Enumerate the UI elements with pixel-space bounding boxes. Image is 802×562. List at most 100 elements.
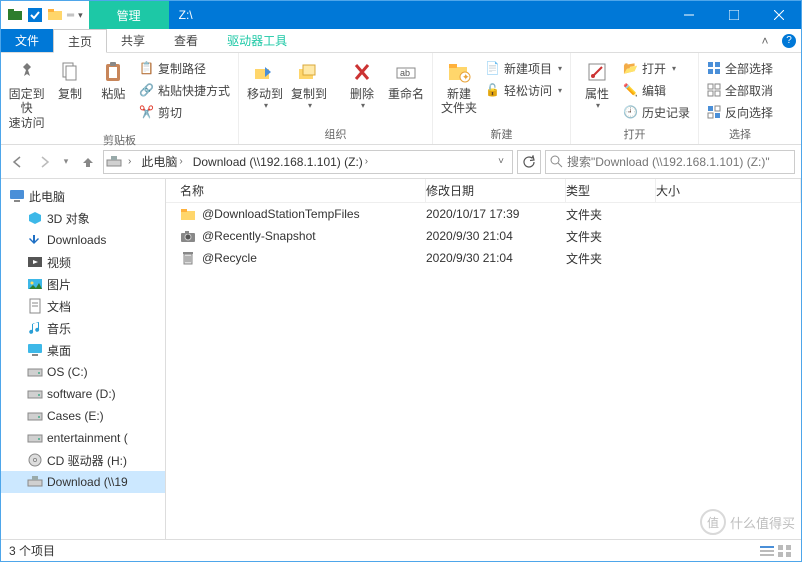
icons-view-icon[interactable]: [777, 544, 793, 558]
tree-item[interactable]: Download (\\19: [1, 471, 165, 493]
header-size[interactable]: 大小: [656, 179, 801, 202]
paste-button[interactable]: 粘贴: [92, 55, 135, 101]
pin-to-quick-access-button[interactable]: 固定到快 速访问: [5, 55, 48, 130]
easy-access-button[interactable]: 🔓轻松访问▾: [481, 79, 566, 101]
tree-item[interactable]: 桌面: [1, 339, 165, 361]
details-view-icon[interactable]: [759, 544, 775, 558]
new-folder-button[interactable]: ✦ 新建 文件夹: [437, 55, 481, 116]
edit-button[interactable]: ✏️编辑: [619, 79, 694, 101]
camera-icon: [180, 228, 196, 244]
refresh-button[interactable]: [517, 150, 541, 174]
back-button[interactable]: [7, 151, 29, 173]
netdrive-icon: [106, 154, 122, 170]
crumb-current[interactable]: Download (\\192.168.1.101) (Z:) ›: [189, 155, 372, 169]
ribbon-group-open: 属性▾ 📂打开▾ ✏️编辑 🕘历史记录 打开: [571, 53, 699, 144]
tree-item[interactable]: Downloads: [1, 229, 165, 251]
rename-button[interactable]: ab 重命名: [384, 55, 428, 101]
status-bar: 3 个项目: [1, 539, 801, 561]
header-name[interactable]: 名称: [166, 179, 426, 202]
tree-item[interactable]: Cases (E:): [1, 405, 165, 427]
copy-path-icon: 📋: [139, 61, 154, 75]
close-button[interactable]: [756, 1, 801, 29]
navigation-pane[interactable]: 此电脑 3D 对象 Downloads 视频图片文档音乐桌面OS (C:) softw…: [1, 179, 166, 539]
quick-access-toolbar: ═ ▾: [1, 1, 89, 29]
open-button[interactable]: 📂打开▾: [619, 57, 694, 79]
forward-button[interactable]: [33, 151, 55, 173]
search-input[interactable]: [567, 155, 790, 169]
tree-item[interactable]: software (D:): [1, 383, 165, 405]
new-item-button[interactable]: 📄新建项目▾: [481, 57, 566, 79]
tab-file[interactable]: 文件: [1, 29, 53, 52]
tree-item[interactable]: 视频: [1, 251, 165, 273]
rename-icon: ab: [393, 59, 419, 85]
move-to-icon: [252, 59, 278, 85]
tree-item[interactable]: entertainment (: [1, 427, 165, 449]
address-bar[interactable]: › 此电脑 › Download (\\192.168.1.101) (Z:) …: [103, 150, 513, 174]
tab-view[interactable]: 查看: [160, 29, 213, 52]
status-item-count: 3 个项目: [9, 542, 55, 559]
main-area: 此电脑 3D 对象 Downloads 视频图片文档音乐桌面OS (C:) softw…: [1, 179, 801, 539]
group-label-clipboard: 剪贴板: [5, 130, 234, 150]
tree-item[interactable]: 音乐: [1, 317, 165, 339]
search-box[interactable]: [545, 150, 795, 174]
group-label-new: 新建: [437, 124, 566, 144]
copy-button[interactable]: 复制: [48, 55, 91, 101]
qat-folder-icon[interactable]: [47, 7, 63, 23]
header-date[interactable]: 修改日期: [426, 179, 566, 202]
this-pc-icon: [9, 188, 25, 204]
file-row[interactable]: @Recycle2020/9/30 21:04文件夹: [166, 247, 801, 269]
recent-locations-button[interactable]: ▾: [59, 151, 73, 173]
window-title: Z:\: [169, 1, 666, 29]
copy-path-button[interactable]: 📋复制路径: [135, 57, 234, 79]
select-none-button[interactable]: 全部取消: [703, 79, 777, 101]
qat-checkbox-icon[interactable]: [27, 7, 43, 23]
paste-shortcut-button[interactable]: 🔗粘贴快捷方式: [135, 79, 234, 101]
header-type[interactable]: 类型: [566, 179, 656, 202]
edit-icon: ✏️: [623, 83, 638, 97]
paste-icon: [100, 59, 126, 85]
properties-icon: [584, 59, 610, 85]
cut-icon: ✂️: [139, 105, 154, 119]
contextual-tab-manage: 管理: [89, 1, 169, 29]
view-mode-buttons[interactable]: [759, 544, 793, 558]
minimize-button[interactable]: [666, 1, 711, 29]
tab-home[interactable]: 主页: [53, 29, 107, 53]
shortcut-icon: 🔗: [139, 83, 154, 97]
tree-item[interactable]: 文档: [1, 295, 165, 317]
tab-share[interactable]: 共享: [107, 29, 160, 52]
history-button[interactable]: 🕘历史记录: [619, 101, 694, 123]
ribbon-collapse-icon[interactable]: ˄: [753, 29, 777, 52]
help-button[interactable]: ?: [777, 29, 801, 52]
tree-item[interactable]: 图片: [1, 273, 165, 295]
drive-icon: [27, 364, 43, 380]
select-all-button[interactable]: 全部选择: [703, 57, 777, 79]
open-icon: 📂: [623, 61, 638, 75]
select-none-icon: [707, 83, 721, 97]
address-dropdown-icon[interactable]: ˅: [492, 156, 510, 167]
tab-drive-tools[interactable]: 驱动器工具: [213, 29, 302, 52]
copy-to-button[interactable]: 复制到▾: [287, 55, 331, 111]
tree-this-pc[interactable]: 此电脑: [1, 185, 165, 207]
tree-item-label: 3D 对象: [47, 210, 90, 227]
move-to-button[interactable]: 移动到▾: [243, 55, 287, 111]
qat-dropdown-icon[interactable]: ▾: [78, 10, 83, 21]
tree-item-label: 视频: [47, 254, 71, 271]
group-label-open: 打开: [575, 124, 694, 144]
file-row[interactable]: @Recently-Snapshot2020/9/30 21:04文件夹: [166, 225, 801, 247]
properties-button[interactable]: 属性▾: [575, 55, 619, 111]
crumb-this-pc[interactable]: 此电脑 ›: [137, 153, 186, 170]
tree-item[interactable]: OS (C:): [1, 361, 165, 383]
crumb-root[interactable]: ›: [124, 156, 135, 167]
tree-item-label: 图片: [47, 276, 71, 293]
invert-selection-button[interactable]: 反向选择: [703, 101, 777, 123]
maximize-button[interactable]: [711, 1, 756, 29]
delete-button[interactable]: 删除▾: [340, 55, 384, 111]
up-button[interactable]: [77, 151, 99, 173]
file-row[interactable]: @DownloadStationTempFiles2020/10/17 17:3…: [166, 203, 801, 225]
tree-item[interactable]: 3D 对象: [1, 207, 165, 229]
tree-item-label: software (D:): [47, 387, 116, 401]
file-list-pane: 名称 修改日期 类型 大小 @DownloadStationTempFiles2…: [166, 179, 801, 539]
cut-button[interactable]: ✂️剪切: [135, 101, 234, 123]
tree-item[interactable]: CD 驱动器 (H:): [1, 449, 165, 471]
new-folder-icon: ✦: [446, 59, 472, 85]
